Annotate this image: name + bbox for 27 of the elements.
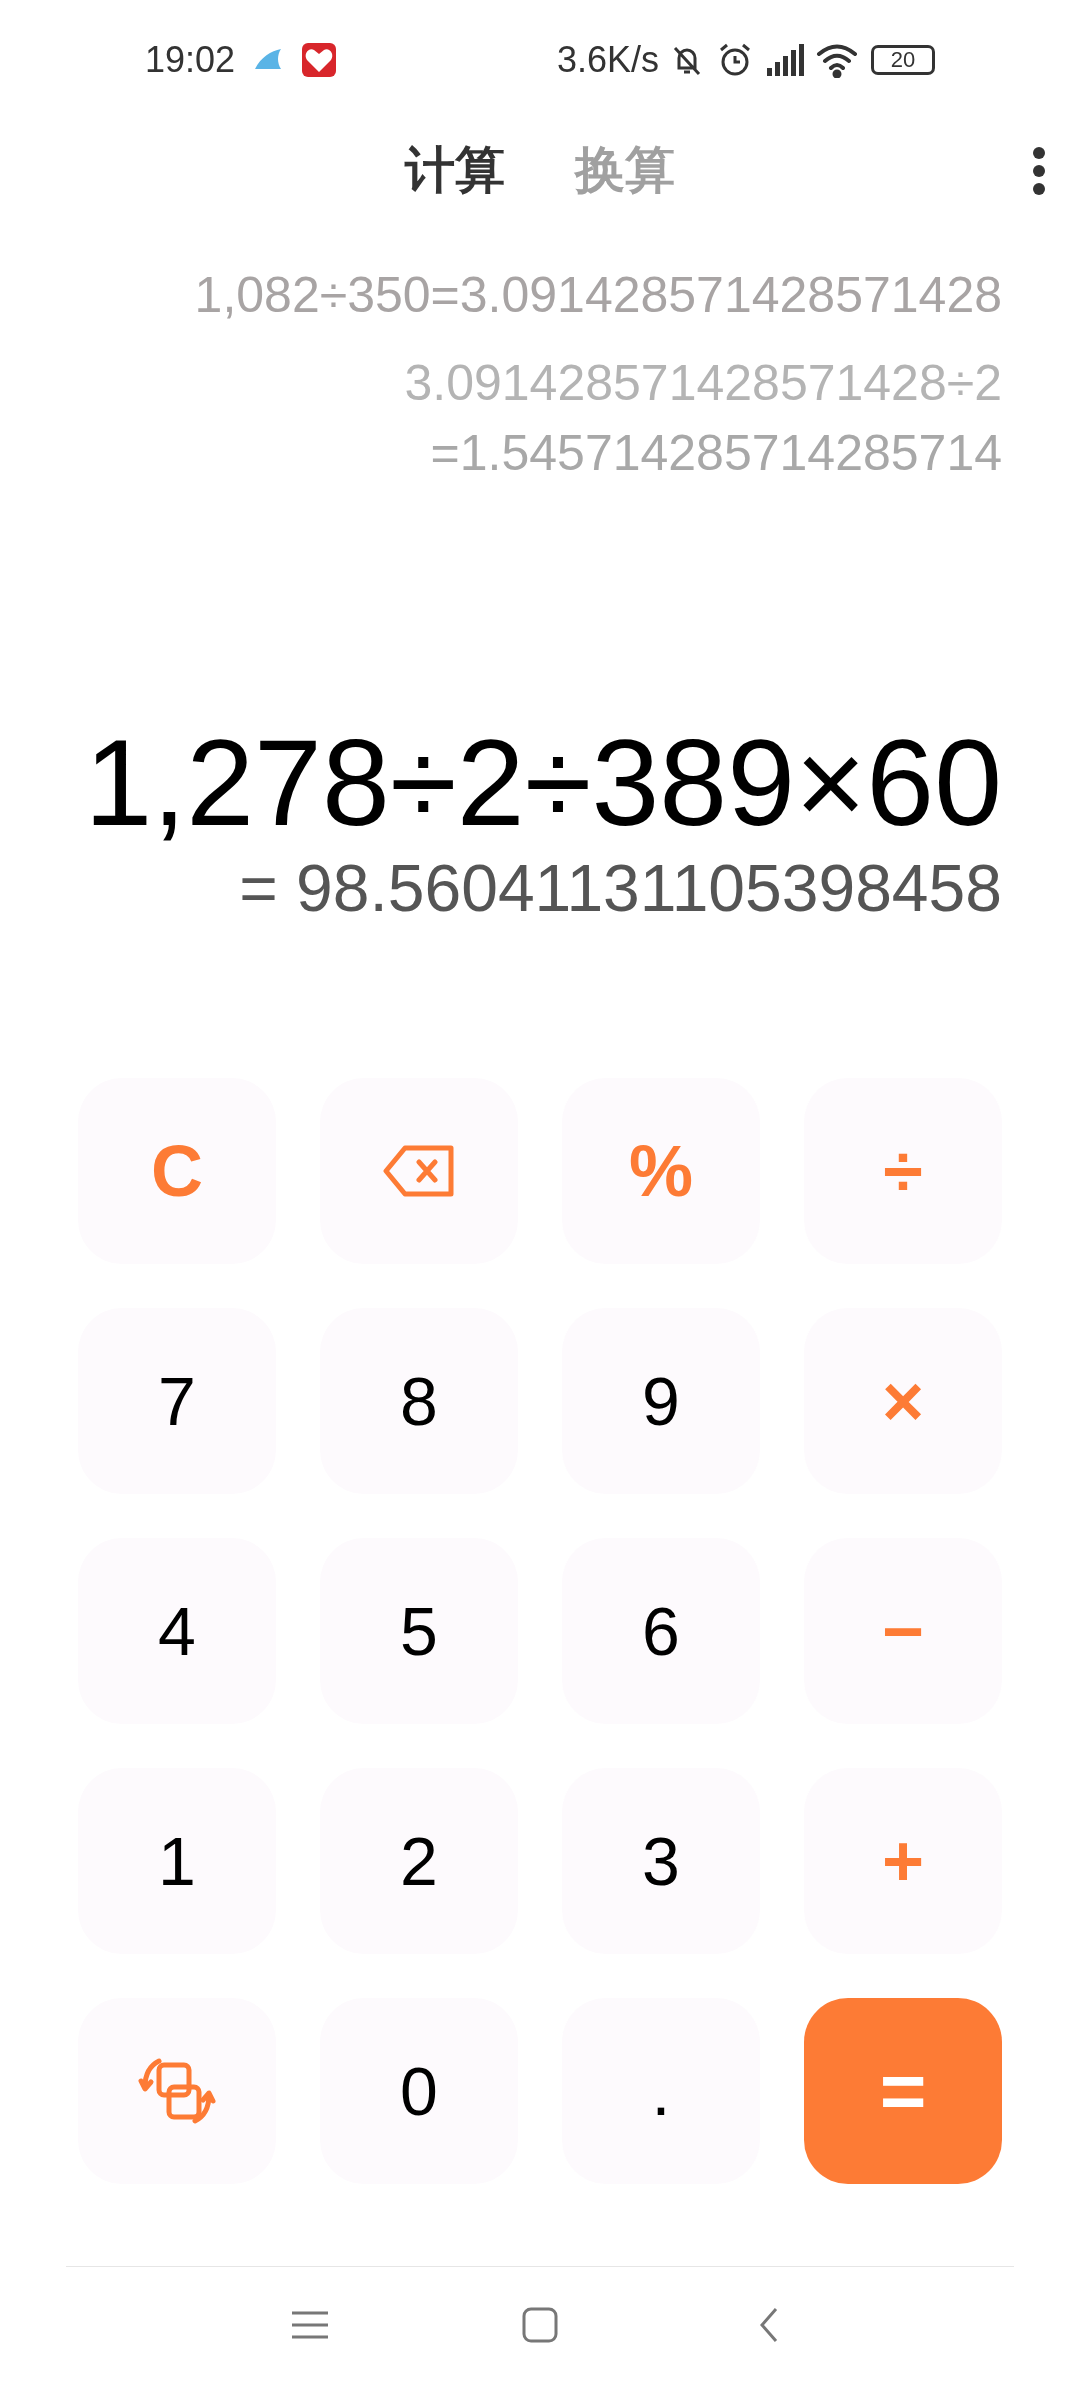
wifi-icon [815,42,859,78]
battery-indicator: 20 [871,45,935,75]
more-options-icon[interactable] [1032,146,1046,196]
tab[interactable]: 计算 [405,132,505,208]
expression-display: 1,278÷2÷389×60 [84,718,1002,848]
home-icon[interactable] [520,2305,560,2345]
result-display: = 98.56041131105398458 [239,850,1002,927]
history-line: 1,082÷350=3.091428571428571428 [194,266,1002,325]
backspace-icon [383,1145,455,1197]
digit-key[interactable]: 8 [320,1308,518,1494]
history-line: =1.545714285714285714 [430,424,1002,483]
backspace-key[interactable] [320,1078,518,1264]
status-time: 19:02 [145,38,236,82]
digit-key[interactable]: 0 [320,1998,518,2184]
digit-key[interactable]: 7 [78,1308,276,1494]
digit-key[interactable]: 2 [320,1768,518,1954]
heart-notification-icon [301,42,338,78]
digit-key[interactable]: 6 [562,1538,760,1724]
digit-key[interactable]: 3 [562,1768,760,1954]
digit-key[interactable]: 4 [78,1538,276,1724]
digit-key[interactable]: 9 [562,1308,760,1494]
digit-key[interactable]: 5 [320,1538,518,1724]
digit-key[interactable]: 1 [78,1768,276,1954]
network-speed: 3.6K/s [556,38,659,82]
convert-key[interactable] [78,1998,276,2184]
history-line: 3.091428571428571428÷2 [404,354,1002,413]
digit-key[interactable]: . [562,1998,760,2184]
